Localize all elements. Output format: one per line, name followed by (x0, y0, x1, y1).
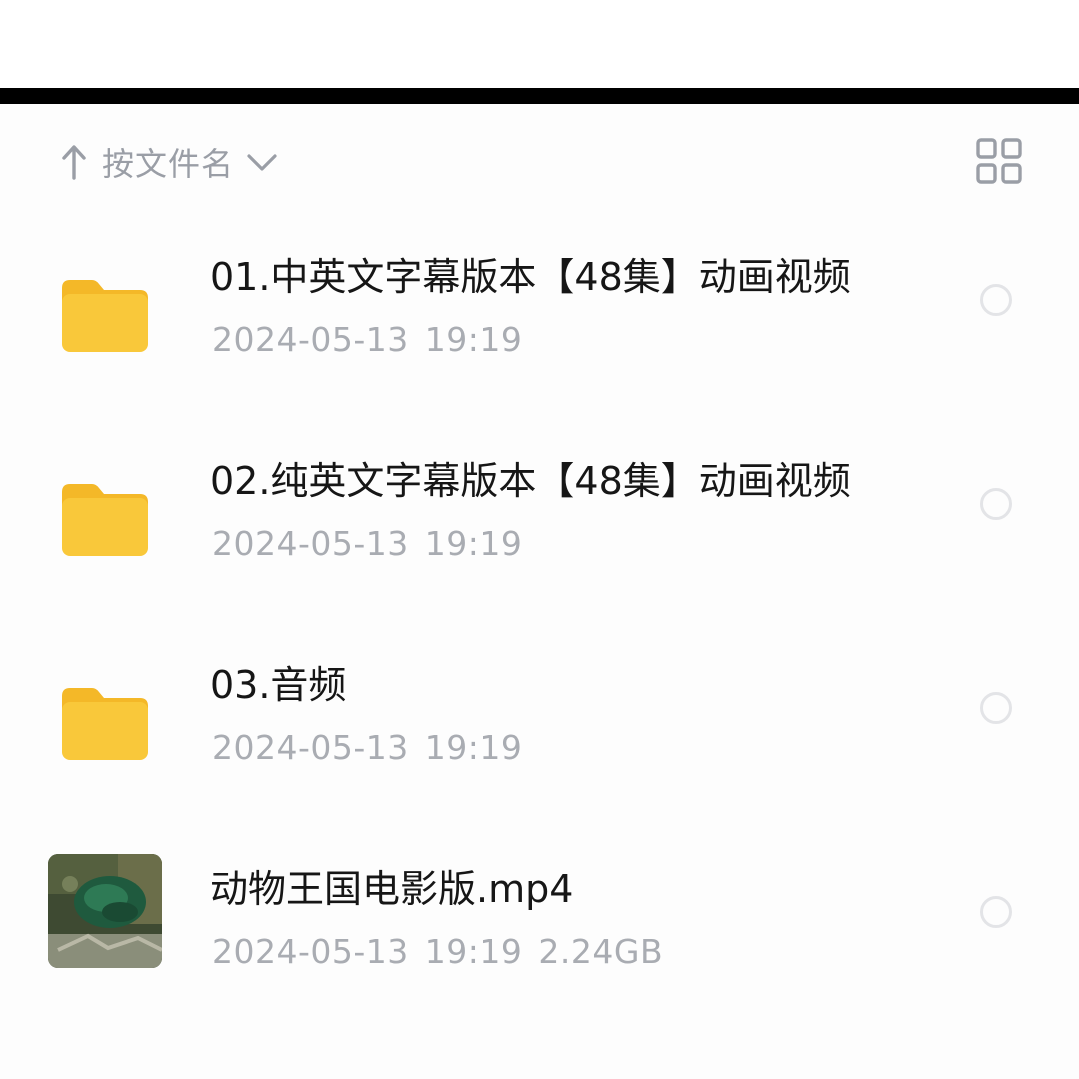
file-meta: 2024-05-13 19:19 (212, 320, 522, 359)
file-time: 19:19 (424, 320, 523, 359)
file-date: 2024-05-13 (212, 320, 409, 359)
file-row-4[interactable]: 动物王国电影版.mp4 2024-05-13 19:19 2.24GB (0, 848, 1079, 1052)
top-divider (0, 88, 1079, 104)
file-time: 19:19 (424, 932, 523, 971)
grid-view-icon[interactable] (976, 138, 1022, 184)
file-meta: 2024-05-13 19:19 (212, 728, 522, 767)
file-name: 03.音频 (210, 663, 347, 707)
file-row-3[interactable]: 03.音频 2024-05-13 19:19 (0, 644, 1079, 848)
file-row-1[interactable]: 01.中英文字幕版本【48集】动画视频 2024-05-13 19:19 (0, 236, 1079, 440)
file-row-2[interactable]: 02.纯英文字幕版本【48集】动画视频 2024-05-13 19:19 (0, 440, 1079, 644)
folder-icon (62, 280, 148, 352)
select-radio[interactable] (980, 692, 1012, 724)
file-time: 19:19 (424, 728, 523, 767)
folder-icon (62, 484, 148, 556)
sort-label: 按文件名 (102, 145, 235, 183)
file-time: 19:19 (424, 524, 523, 563)
arrow-up-icon (62, 145, 86, 180)
file-size: 2.24GB (538, 932, 664, 971)
file-meta: 2024-05-13 19:19 2.24GB (212, 932, 663, 971)
select-radio[interactable] (980, 284, 1012, 316)
file-date: 2024-05-13 (212, 932, 409, 971)
file-name: 01.中英文字幕版本【48集】动画视频 (210, 255, 851, 299)
file-name: 动物王国电影版.mp4 (210, 867, 574, 911)
video-thumbnail (48, 854, 162, 968)
file-date: 2024-05-13 (212, 524, 409, 563)
file-date: 2024-05-13 (212, 728, 409, 767)
select-radio[interactable] (980, 488, 1012, 520)
file-meta: 2024-05-13 19:19 (212, 524, 522, 563)
select-radio[interactable] (980, 896, 1012, 928)
sort-control[interactable]: 按文件名 (60, 138, 278, 186)
chevron-down-icon (247, 154, 277, 171)
folder-icon (62, 688, 148, 760)
file-name: 02.纯英文字幕版本【48集】动画视频 (210, 459, 851, 503)
